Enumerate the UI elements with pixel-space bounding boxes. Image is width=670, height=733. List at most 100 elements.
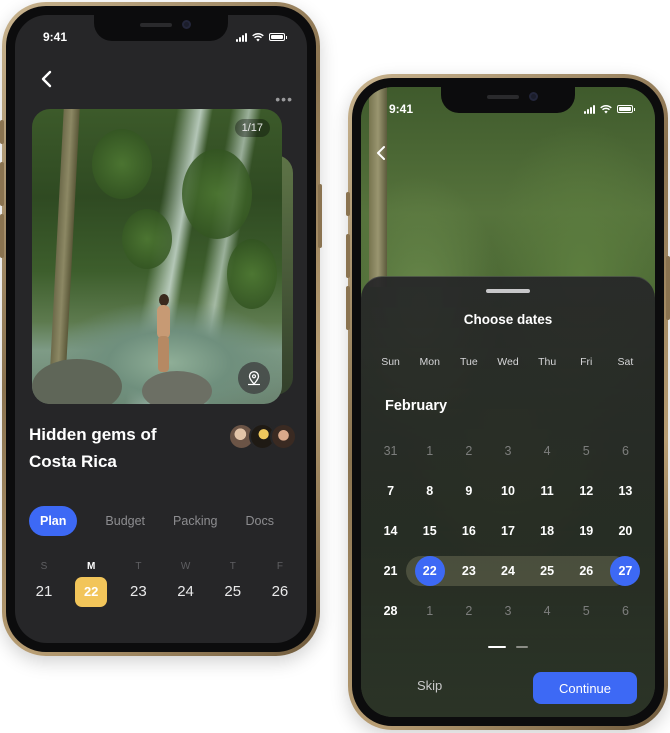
calendar-day-number: 11 [540,484,554,498]
day-weekday: W [180,561,191,572]
calendar-day-number: 22 [414,556,445,586]
day-item-selected[interactable]: M 22 [74,561,108,607]
weekday-label: Tue [459,356,478,368]
calendar-week-row: 28 1 2 3 4 5 6 [371,591,645,631]
sheet-grabber[interactable] [486,289,530,293]
phone-bezel: 9:41 Choose dates Sun Mon Tue Wed Thu Fr… [352,78,664,726]
day-item[interactable]: T 25 [216,561,250,607]
weekday-label: Sat [617,356,634,368]
battery-icon [617,105,635,113]
page-dot [516,646,528,648]
calendar-day[interactable]: 28 [371,596,410,626]
calendar-day-number: 6 [621,444,629,458]
calendar-day[interactable]: 25 [528,556,567,586]
calendar-day[interactable]: 14 [371,516,410,546]
calendar-day-range-endpoint[interactable]: 27 [606,556,645,586]
calendar-day[interactable]: 10 [488,476,527,506]
status-time: 9:41 [389,102,414,116]
phone-trip-details: 9:41 ••• 1/17 Hidden gems of Costa Rica … [0,2,322,656]
calendar-day-outside-month: 4 [528,436,567,466]
calendar-day-outside-month: 5 [567,436,606,466]
calendar-day-range-endpoint[interactable]: 22 [410,556,449,586]
day-date: 26 [271,583,289,600]
calendar-day[interactable]: 20 [606,516,645,546]
calendar-day[interactable]: 9 [449,476,488,506]
calendar-week-row: 31 1 2 3 4 5 6 [371,431,645,471]
calendar-day-number: 13 [618,484,633,498]
calendar-day[interactable]: 26 [567,556,606,586]
day-date: 23 [130,583,147,600]
calendar-day[interactable]: 15 [410,516,449,546]
back-chevron-icon[interactable] [371,143,391,163]
phone-bezel: 9:41 ••• 1/17 Hidden gems of Costa Rica … [6,6,316,652]
calendar-day-number: 25 [540,564,555,578]
calendar-grid: 31 1 2 3 4 5 6 7 8 9 10 11 12 13 14 15 16 17 18 19 20 21 22 23 2… [371,431,645,631]
calendar-day[interactable]: 16 [449,516,488,546]
calendar-day-number: 3 [504,604,512,618]
calendar-day[interactable]: 19 [567,516,606,546]
day-item[interactable]: S 21 [27,561,61,607]
more-options-icon[interactable]: ••• [275,91,293,107]
weekday-label: Thu [538,356,557,368]
map-pin-icon [248,371,260,386]
signal-icon [236,32,247,42]
calendar-day-number: 14 [383,524,398,538]
calendar-day[interactable]: 11 [528,476,567,506]
calendar-day-number: 5 [582,444,590,458]
day-item[interactable]: W 24 [169,561,203,607]
continue-button[interactable]: Continue [533,672,637,704]
calendar-day-number: 16 [461,524,476,538]
calendar-day[interactable]: 24 [488,556,527,586]
calendar-day-number: 23 [461,564,476,578]
hero-photo-waterfall[interactable]: 1/17 [32,109,282,404]
notch [94,15,228,41]
calendar-day[interactable]: 7 [371,476,410,506]
traveler-avatars[interactable] [228,423,307,451]
day-date: 21 [35,583,53,600]
tab-plan[interactable]: Plan [29,506,78,536]
calendar-day[interactable]: 17 [488,516,527,546]
calendar-day[interactable]: 12 [567,476,606,506]
calendar-day[interactable]: 13 [606,476,645,506]
photo-counter: 1/17 [234,119,270,137]
back-chevron-icon[interactable] [35,67,59,91]
calendar-day-outside-month: 1 [410,596,449,626]
tab-budget[interactable]: Budget [105,506,145,536]
calendar-day-number: 24 [501,564,515,578]
tab-docs[interactable]: Docs [246,506,274,536]
skip-button[interactable]: Skip [417,678,442,693]
calendar-day-outside-month: 6 [606,596,645,626]
week-strip: S 21 M 22 T 23 W 24 T 25 F 26 [27,561,297,607]
person-figure [155,294,173,374]
calendar-day-number: 18 [540,524,555,538]
calendar-day-number: 28 [383,604,398,618]
calendar-day-number: 15 [422,524,437,538]
weekday-label: Fri [580,356,593,368]
calendar-day-number: 21 [383,564,398,578]
trip-title: Hidden gems of Costa Rica [29,425,157,471]
status-time: 9:41 [43,30,68,44]
trip-screen: 9:41 ••• 1/17 Hidden gems of Costa Rica … [15,15,307,643]
calendar-day-number: 6 [621,604,629,618]
avatar[interactable] [270,423,297,450]
day-item[interactable]: T 23 [121,561,155,607]
tab-packing[interactable]: Packing [173,506,217,536]
calendar-day-number: 7 [387,484,395,498]
map-pin-button[interactable] [238,362,270,394]
battery-icon [269,33,287,41]
status-icons [584,104,635,114]
calendar-day[interactable]: 18 [528,516,567,546]
day-item[interactable]: F 26 [263,561,297,607]
volume-down-button [346,286,350,330]
calendar-day[interactable]: 23 [449,556,488,586]
power-button [666,256,670,320]
weekday-label: Mon [419,356,440,368]
sheet-title: Choose dates [463,312,553,327]
calendar-day[interactable]: 8 [410,476,449,506]
volume-up-button [0,162,4,206]
calendar-day[interactable]: 21 [371,556,410,586]
day-date: 24 [177,583,194,600]
calendar-day-outside-month: 1 [410,436,449,466]
weekday-label: Sun [381,356,400,368]
mute-switch [0,120,4,144]
